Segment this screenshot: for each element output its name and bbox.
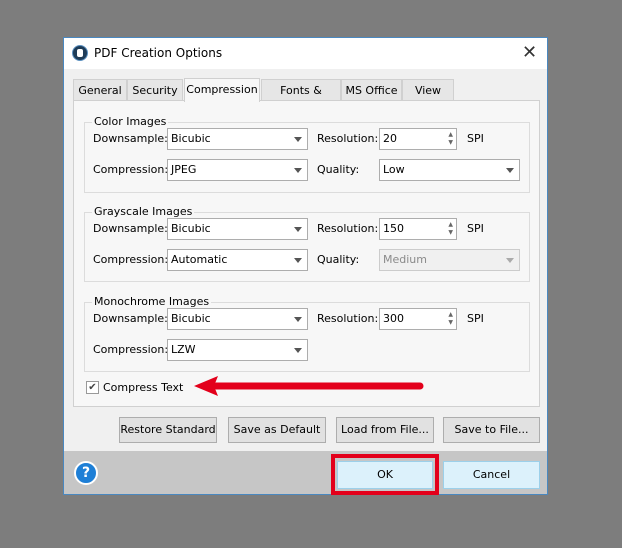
close-icon[interactable]: ✕ (522, 42, 537, 63)
compress-text-checkbox[interactable]: ✔ (86, 381, 99, 394)
grayscale-quality-select: Medium (379, 249, 520, 271)
compression-label: Compression: (93, 163, 169, 176)
select-value: Bicubic (171, 312, 211, 325)
spinner-value: 150 (383, 222, 404, 235)
restore-standard-button[interactable]: Restore Standard (119, 417, 217, 443)
spin-down-icon[interactable]: ▼ (448, 230, 453, 236)
color-quality-select[interactable]: Low (379, 159, 520, 181)
save-to-file-button[interactable]: Save to File... (443, 417, 540, 443)
select-value: Medium (383, 253, 427, 266)
app-logo-icon (72, 45, 88, 61)
monochrome-images-title: Monochrome Images (92, 295, 212, 308)
color-downsample-select[interactable]: Bicubic (167, 128, 308, 150)
tab-ms-office[interactable]: MS Office (341, 79, 402, 101)
spi-unit: SPI (467, 132, 484, 145)
resolution-label: Resolution: (317, 222, 379, 235)
select-value: LZW (171, 343, 196, 356)
chevron-down-icon (294, 137, 302, 142)
spin-up-icon[interactable]: ▲ (448, 222, 453, 228)
chevron-down-icon (506, 258, 514, 263)
tab-compression[interactable]: Compression (184, 78, 260, 102)
quality-label: Quality: (317, 163, 360, 176)
title-bar: PDF Creation Options ✕ (64, 38, 547, 69)
downsample-label: Downsample: (93, 222, 168, 235)
monochrome-compression-select[interactable]: LZW (167, 339, 308, 361)
downsample-label: Downsample: (93, 132, 168, 145)
compression-label: Compression: (93, 253, 169, 266)
grayscale-compression-select[interactable]: Automatic (167, 249, 308, 271)
color-compression-select[interactable]: JPEG (167, 159, 308, 181)
spin-up-icon[interactable]: ▲ (448, 132, 453, 138)
resolution-label: Resolution: (317, 132, 379, 145)
chevron-down-icon (294, 168, 302, 173)
tab-security[interactable]: Security (127, 79, 183, 101)
compression-label: Compression: (93, 343, 169, 356)
chevron-down-icon (294, 317, 302, 322)
spin-down-icon[interactable]: ▼ (448, 140, 453, 146)
window-title: PDF Creation Options (94, 46, 223, 60)
pdf-creation-options-dialog: PDF Creation Options ✕ General Security … (63, 37, 548, 495)
select-value: Bicubic (171, 132, 211, 145)
color-resolution-spinner[interactable]: 20 ▲ ▼ (379, 128, 457, 150)
cancel-button[interactable]: Cancel (443, 461, 540, 489)
compress-text-label[interactable]: Compress Text (103, 381, 183, 394)
tab-general[interactable]: General (73, 79, 127, 101)
save-as-default-button[interactable]: Save as Default (228, 417, 326, 443)
downsample-label: Downsample: (93, 312, 168, 325)
annotation-arrow-icon (194, 376, 424, 396)
monochrome-resolution-spinner[interactable]: 300 ▲ ▼ (379, 308, 457, 330)
spi-unit: SPI (467, 312, 484, 325)
select-value: Bicubic (171, 222, 211, 235)
spin-up-icon[interactable]: ▲ (448, 312, 453, 318)
spinner-value: 20 (383, 132, 397, 145)
grayscale-images-title: Grayscale Images (92, 205, 195, 218)
spinner-value: 300 (383, 312, 404, 325)
spin-down-icon[interactable]: ▼ (448, 320, 453, 326)
chevron-down-icon (294, 227, 302, 232)
load-from-file-button[interactable]: Load from File... (336, 417, 434, 443)
resolution-label: Resolution: (317, 312, 379, 325)
grayscale-downsample-select[interactable]: Bicubic (167, 218, 308, 240)
spi-unit: SPI (467, 222, 484, 235)
select-value: JPEG (171, 163, 197, 176)
color-images-title: Color Images (92, 115, 169, 128)
quality-label: Quality: (317, 253, 360, 266)
annotation-highlight-box (331, 454, 439, 495)
tab-fonts-colors[interactable]: Fonts & Colors (261, 79, 341, 118)
help-icon[interactable]: ? (74, 461, 98, 485)
select-value: Automatic (171, 253, 228, 266)
chevron-down-icon (294, 348, 302, 353)
chevron-down-icon (294, 258, 302, 263)
chevron-down-icon (506, 168, 514, 173)
tab-view[interactable]: View (402, 79, 454, 101)
grayscale-resolution-spinner[interactable]: 150 ▲ ▼ (379, 218, 457, 240)
select-value: Low (383, 163, 405, 176)
monochrome-downsample-select[interactable]: Bicubic (167, 308, 308, 330)
